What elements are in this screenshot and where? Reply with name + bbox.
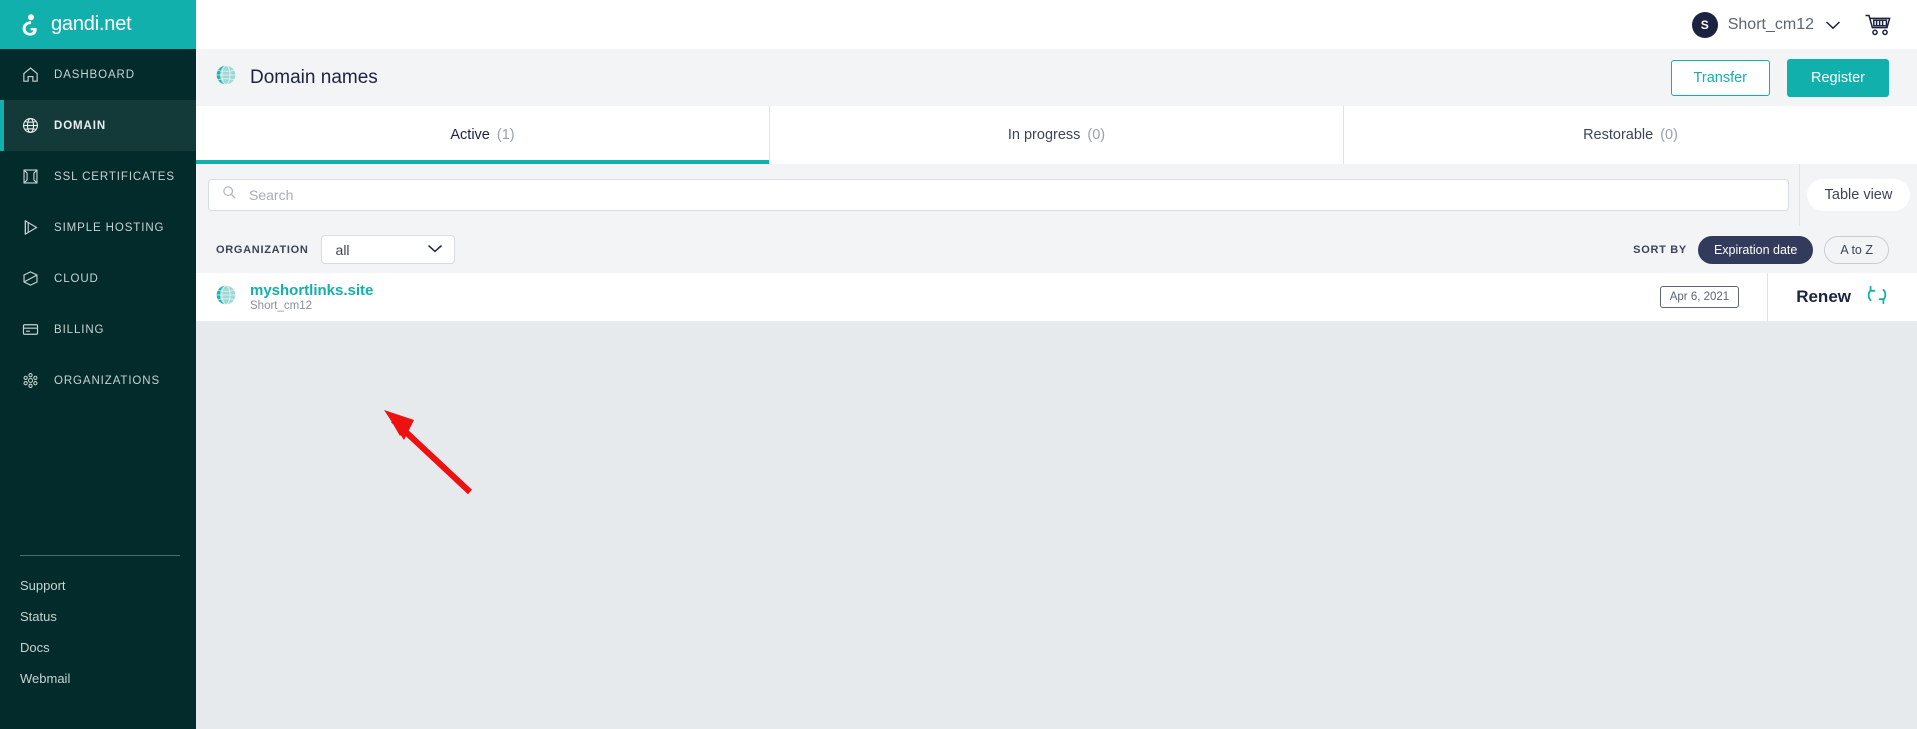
register-button[interactable]: Register (1787, 58, 1889, 97)
chevron-down-icon (1824, 19, 1842, 31)
chevron-down-icon (426, 241, 444, 259)
user-name: Short_cm12 (1727, 15, 1814, 33)
search-field[interactable] (208, 179, 1789, 211)
tab-count: (1) (496, 127, 515, 143)
sort-option-a-to-z[interactable]: A to Z (1824, 235, 1889, 264)
organization-filter: ORGANIZATION all (216, 235, 455, 264)
gandi-admin-page: gandi.net DASHBOARD DOMAIN SSL CERTIFICA… (0, 0, 1917, 729)
organizations-icon (20, 371, 40, 391)
search-icon (222, 185, 237, 205)
sidebar-footer-link-support[interactable]: Support (0, 570, 196, 601)
sidebar-item-simple-hosting[interactable]: SIMPLE HOSTING (0, 202, 196, 253)
domain-row-right: Apr 6, 2021 Renew (1659, 273, 1917, 321)
sidebar-item-label: DOMAIN (54, 119, 107, 132)
brand-logo[interactable]: gandi.net (0, 0, 196, 49)
expiration-date-badge: Apr 6, 2021 (1659, 286, 1740, 308)
sidebar-item-label: SIMPLE HOSTING (54, 221, 165, 234)
table-view-button[interactable]: Table view (1806, 179, 1911, 211)
sort-controls: SORT BY Expiration date A to Z (1633, 235, 1889, 264)
sort-option-expiration-date[interactable]: Expiration date (1697, 235, 1814, 264)
card-header-left: Domain names (216, 65, 378, 90)
home-icon (20, 65, 40, 85)
domain-row-left: myshortlinks.site Short_cm12 (216, 282, 373, 313)
globe-icon (20, 116, 40, 136)
search-input[interactable] (249, 187, 1737, 203)
sidebar-item-cloud[interactable]: CLOUD (0, 253, 196, 304)
play-triangle-icon (20, 218, 40, 238)
transfer-button[interactable]: Transfer (1670, 59, 1770, 96)
main-area: S Short_cm12 Domain names Transfer Regis… (196, 0, 1917, 729)
globe-icon (216, 65, 236, 90)
tab-label: In progress (1007, 127, 1081, 143)
cube-icon (20, 269, 40, 289)
organization-caption: ORGANIZATION (216, 243, 309, 256)
card-header-actions: Transfer Register (1670, 58, 1889, 97)
organization-select-value: all (335, 241, 350, 258)
sidebar-footer-link-webmail[interactable]: Webmail (0, 663, 196, 694)
sidebar-item-label: BILLING (54, 323, 105, 336)
tab-active[interactable]: Active (1) (196, 106, 770, 164)
sidebar-item-dashboard[interactable]: DASHBOARD (0, 49, 196, 100)
brand-name: gandi.net (51, 13, 132, 35)
top-bar: S Short_cm12 (196, 0, 1917, 49)
card-header: Domain names Transfer Register (196, 49, 1917, 106)
sidebar-divider (20, 555, 180, 556)
table-row[interactable]: myshortlinks.site Short_cm12 Apr 6, 2021… (196, 273, 1917, 321)
domain-row-texts: myshortlinks.site Short_cm12 (250, 282, 373, 313)
sidebar-item-label: DASHBOARD (54, 68, 135, 81)
sidebar-item-ssl-certificates[interactable]: SSL CERTIFICATES (0, 151, 196, 202)
gandi-logo-icon (20, 12, 42, 38)
tab-in-progress[interactable]: In progress (0) (770, 106, 1344, 164)
renew-label: Renew (1796, 287, 1851, 306)
sidebar-footer-link-status[interactable]: Status (0, 601, 196, 632)
sort-caption: SORT BY (1633, 243, 1687, 256)
tab-count: (0) (1660, 127, 1678, 143)
shopping-cart-icon[interactable] (1864, 13, 1892, 37)
tab-restorable[interactable]: Restorable (0) (1344, 106, 1917, 164)
domain-names-card: Domain names Transfer Register Active (1… (196, 49, 1917, 321)
tab-label: Active (450, 127, 490, 143)
sidebar-item-label: ORGANIZATIONS (54, 374, 161, 387)
tab-label: Restorable (1583, 127, 1654, 143)
sidebar: gandi.net DASHBOARD DOMAIN SSL CERTIFICA… (0, 0, 196, 729)
renew-button[interactable]: Renew (1767, 273, 1917, 321)
refresh-cycle-icon (1865, 283, 1889, 312)
certificate-icon (20, 167, 40, 187)
sidebar-item-organizations[interactable]: ORGANIZATIONS (0, 355, 196, 406)
table-view-cell: Table view (1799, 164, 1917, 226)
credit-card-icon (20, 320, 40, 340)
domain-name-link[interactable]: myshortlinks.site (250, 282, 373, 299)
page-title: Domain names (250, 66, 378, 88)
filter-row: ORGANIZATION all SORT BY Expiration date… (196, 226, 1917, 273)
tab-count: (0) (1087, 127, 1106, 143)
user-menu[interactable]: S Short_cm12 (1691, 11, 1842, 38)
sidebar-nav: DASHBOARD DOMAIN SSL CERTIFICATES SIMPLE… (0, 49, 196, 406)
search-bar-row: Table view (196, 164, 1917, 226)
globe-icon (216, 284, 236, 310)
organization-select[interactable]: all (320, 235, 455, 264)
sidebar-item-domain[interactable]: DOMAIN (0, 100, 196, 151)
domain-list: myshortlinks.site Short_cm12 Apr 6, 2021… (196, 273, 1917, 321)
sidebar-item-label: CLOUD (54, 272, 99, 285)
avatar: S (1691, 11, 1718, 38)
sidebar-footer-links: Support Status Docs Webmail (0, 570, 196, 694)
sidebar-footer-link-docs[interactable]: Docs (0, 632, 196, 663)
sidebar-item-billing[interactable]: BILLING (0, 304, 196, 355)
domain-organization: Short_cm12 (250, 299, 313, 312)
tab-bar: Active (1) In progress (0) Restorable (0… (196, 106, 1917, 164)
sidebar-item-label: SSL CERTIFICATES (54, 170, 175, 183)
